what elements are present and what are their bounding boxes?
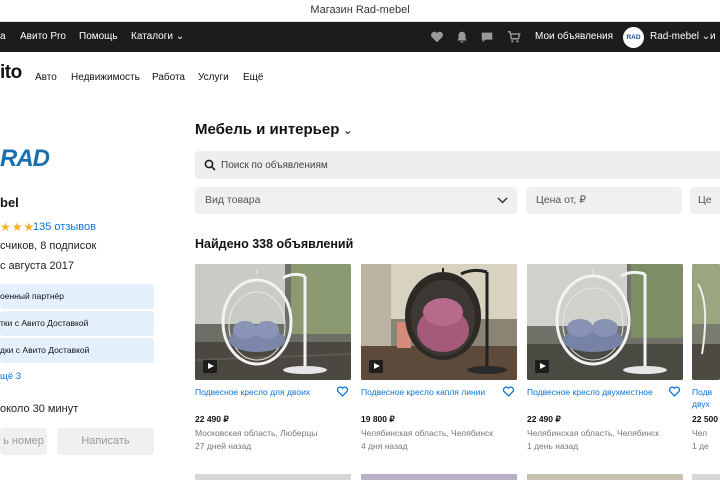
search-input[interactable] bbox=[221, 151, 701, 179]
chevron-down-icon: ⌄ bbox=[339, 123, 353, 137]
chevron-down-icon: ⌄ bbox=[698, 31, 711, 42]
video-badge-icon bbox=[203, 360, 217, 373]
search-box bbox=[195, 151, 720, 179]
search-icon bbox=[204, 159, 216, 171]
nav-link-cut[interactable]: и bbox=[710, 22, 716, 52]
favorite-heart-icon[interactable] bbox=[502, 385, 515, 398]
product-type-select[interactable]: Вид товара bbox=[195, 187, 517, 214]
listing-date: 4 дня назад bbox=[361, 441, 408, 451]
listing-date: 1 день назад bbox=[527, 441, 579, 451]
listing-location: Московская область, Люберцы bbox=[195, 428, 318, 438]
secnav-services[interactable]: Услуги bbox=[198, 72, 229, 83]
since-text: с августа 2017 bbox=[0, 260, 74, 272]
badge-partner: оенный партнёр bbox=[0, 284, 154, 309]
listing-title[interactable]: Подвесное кресло двухместное bbox=[527, 386, 659, 398]
next-row-photo bbox=[361, 474, 517, 480]
results-count: Найдено 338 объявлений bbox=[195, 237, 354, 251]
listing-photo[interactable] bbox=[361, 264, 517, 380]
chair-photo-image bbox=[195, 264, 351, 380]
listing-card[interactable]: Подв двух 22 500 Чел 1 де bbox=[692, 264, 720, 464]
listing-price: 22 500 bbox=[692, 414, 718, 424]
category-title: Мебель и интерьер bbox=[195, 121, 340, 138]
favorite-heart-icon[interactable] bbox=[336, 385, 349, 398]
listing-card[interactable]: Подвесное кресло двухместное 22 490 ₽ Че… bbox=[527, 264, 683, 464]
listing-title[interactable]: Подвесное кресло капля линии bbox=[361, 386, 493, 398]
seller-name[interactable]: bel bbox=[0, 195, 19, 210]
top-nav: а Авито Pro Помощь Каталоги ⌄ Мои объявл… bbox=[0, 22, 720, 52]
reviews-link[interactable]: 135 отзывов bbox=[33, 221, 96, 233]
listing-location: Чел bbox=[692, 428, 708, 438]
my-ads-link[interactable]: Мои объявления bbox=[535, 22, 613, 52]
chair-photo-image bbox=[692, 264, 720, 380]
nav-link-partial[interactable]: а bbox=[0, 22, 6, 52]
badge-delivery-1: тки с Авито Доставкой bbox=[0, 311, 154, 336]
avito-logo[interactable]: ito bbox=[0, 62, 22, 84]
listing-price: 22 490 ₽ bbox=[527, 414, 561, 424]
seller-logo: RAD bbox=[0, 145, 50, 172]
secnav-jobs[interactable]: Работа bbox=[152, 72, 185, 83]
chair-photo-image bbox=[361, 264, 517, 380]
show-phone-button[interactable]: ь номер bbox=[0, 428, 47, 455]
listing-price: 19 800 ₽ bbox=[361, 414, 395, 424]
avatar[interactable]: RAD bbox=[623, 27, 644, 48]
listing-location: Челябинская область, Челябинск bbox=[527, 428, 659, 438]
followers-text[interactable]: счиков, 8 подписок bbox=[0, 240, 96, 252]
listing-date: 1 де bbox=[692, 441, 709, 451]
rating-stars: ★★★ bbox=[0, 220, 36, 234]
listing-location: Челябинская область, Челябинск bbox=[361, 428, 493, 438]
badge-delivery-2: дки с Авито Доставкой bbox=[0, 338, 154, 363]
video-badge-icon bbox=[535, 360, 549, 373]
nav-link-catalogs-label: Каталоги bbox=[131, 31, 173, 42]
listing-photo[interactable] bbox=[195, 264, 351, 380]
bell-icon[interactable] bbox=[455, 30, 469, 44]
listing-card[interactable]: Подвесное кресло для двоих 22 490 ₽ Моск… bbox=[195, 264, 351, 464]
category-heading[interactable]: Мебель и интерьер ⌄ bbox=[195, 121, 353, 138]
listing-title[interactable]: Подв двух bbox=[692, 386, 720, 410]
window-title: Магазин Rad-mebel bbox=[0, 0, 720, 22]
next-row-photo bbox=[692, 474, 720, 480]
nav-link-avito-pro[interactable]: Авито Pro bbox=[20, 22, 66, 52]
secnav-more[interactable]: Ещё bbox=[243, 72, 263, 83]
chat-icon[interactable] bbox=[480, 30, 494, 44]
more-badges-link[interactable]: щё 3 bbox=[0, 371, 21, 382]
listing-date: 27 дней назад bbox=[195, 441, 252, 451]
price-from-input[interactable]: Цена от, ₽ bbox=[526, 187, 682, 214]
listing-photo[interactable] bbox=[692, 264, 720, 380]
nav-link-catalogs[interactable]: Каталоги ⌄ bbox=[131, 22, 184, 52]
secnav-auto[interactable]: Авто bbox=[35, 72, 57, 83]
price-to-input[interactable]: Це bbox=[690, 187, 720, 214]
user-name: Rad-mebel bbox=[650, 31, 699, 42]
heart-icon[interactable] bbox=[430, 30, 444, 44]
user-menu[interactable]: Rad-mebel ⌄ bbox=[650, 22, 710, 52]
secnav-realty[interactable]: Недвижимость bbox=[71, 72, 140, 83]
listing-title[interactable]: Подвесное кресло для двоих bbox=[195, 386, 327, 398]
listing-price: 22 490 ₽ bbox=[195, 414, 229, 424]
cart-icon[interactable] bbox=[507, 30, 521, 44]
chevron-down-icon: ⌄ bbox=[172, 31, 185, 42]
write-button[interactable]: Написать bbox=[57, 428, 154, 455]
next-row-photo bbox=[195, 474, 351, 480]
nav-link-help[interactable]: Помощь bbox=[79, 22, 118, 52]
chevron-down-icon bbox=[497, 197, 508, 204]
listing-photo[interactable] bbox=[527, 264, 683, 380]
response-time: около 30 минут bbox=[0, 403, 79, 415]
listing-card[interactable]: Подвесное кресло капля линии 19 800 ₽ Че… bbox=[361, 264, 517, 464]
chair-photo-image bbox=[527, 264, 683, 380]
product-type-label: Вид товара bbox=[205, 194, 261, 206]
video-badge-icon bbox=[369, 360, 383, 373]
next-row-photo bbox=[527, 474, 683, 480]
favorite-heart-icon[interactable] bbox=[668, 385, 681, 398]
